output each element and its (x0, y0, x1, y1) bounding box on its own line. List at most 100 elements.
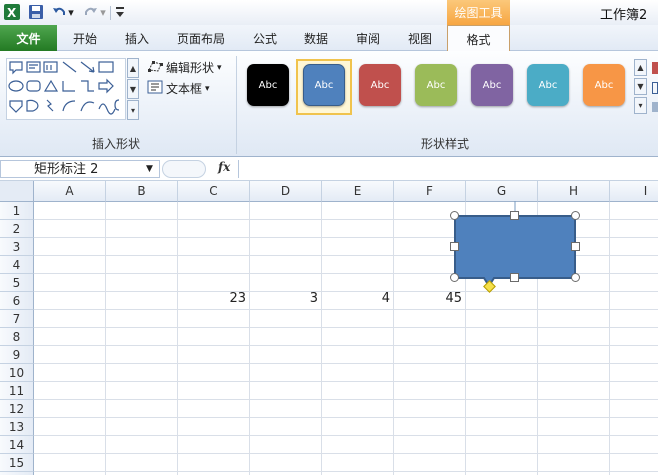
column-header-e[interactable]: E (322, 181, 394, 202)
shapes-gallery[interactable] (6, 58, 126, 120)
row-header-9[interactable]: 9 (0, 346, 34, 364)
edit-shape-button[interactable]: 编辑形状 ▾ (147, 59, 222, 76)
row-header-8[interactable]: 8 (0, 328, 34, 346)
row-header-11[interactable]: 11 (0, 382, 34, 400)
save-icon[interactable] (27, 3, 45, 21)
shape-styles-group-label: 形状样式 (420, 137, 469, 151)
row-header-4[interactable]: 4 (0, 256, 34, 274)
row-header-3[interactable]: 3 (0, 238, 34, 256)
qat-separator (110, 6, 111, 20)
shape-effects-icon[interactable] (652, 102, 658, 112)
row-header-5[interactable]: 5 (0, 274, 34, 292)
gridline-vertical (609, 202, 610, 475)
resize-handle-right[interactable] (571, 242, 580, 251)
row-header-12[interactable]: 12 (0, 400, 34, 418)
resize-handle-top[interactable] (510, 211, 519, 220)
shape-fill-icon[interactable] (652, 62, 658, 74)
gridline-vertical (105, 202, 106, 475)
edit-shape-icon (147, 59, 163, 76)
gridline-horizontal (34, 327, 658, 328)
cell-c6[interactable]: 23 (180, 291, 246, 306)
gridline-horizontal (34, 453, 658, 454)
gridline-vertical (177, 202, 178, 475)
shape-outline-icon[interactable] (652, 82, 658, 94)
shape-style-black[interactable]: Abc (247, 64, 289, 106)
styles-gallery-more-button[interactable]: ▾ (634, 97, 647, 114)
insert-shapes-group-label: 插入形状 (91, 137, 140, 151)
shape-style-red[interactable]: Abc (359, 64, 401, 106)
row-header-6[interactable]: 6 (0, 292, 34, 310)
text-box-button[interactable]: 文本框 ▾ (147, 80, 210, 97)
column-header-b[interactable]: B (106, 181, 178, 202)
formula-bar-resize-handle[interactable] (162, 160, 206, 178)
svg-text:X: X (7, 6, 17, 20)
gridline-horizontal (34, 399, 658, 400)
row-header-2[interactable]: 2 (0, 220, 34, 238)
text-box-dropdown-icon: ▾ (205, 83, 210, 94)
row-header-13[interactable]: 13 (0, 418, 34, 436)
cell-e6[interactable]: 4 (324, 291, 390, 306)
row-header-14[interactable]: 14 (0, 436, 34, 454)
gridline-horizontal (34, 345, 658, 346)
column-header-c[interactable]: C (178, 181, 250, 202)
tab-insert[interactable]: 插入 (114, 25, 160, 51)
shape-style-green[interactable]: Abc (415, 64, 457, 106)
edit-shape-label: 编辑形状 (166, 61, 215, 75)
tab-format[interactable]: 格式 (447, 25, 510, 52)
gridline-horizontal (34, 435, 658, 436)
resize-handle-bottom-left[interactable] (450, 273, 459, 282)
worksheet-grid[interactable]: ABCDEFGHI 12345678910111213141516 23 3 4… (0, 181, 658, 475)
resize-handle-top-right[interactable] (571, 211, 580, 220)
shapes-gallery-up-button[interactable]: ▲ (127, 58, 139, 78)
window-title: 工作簿2 (600, 8, 648, 23)
tab-data[interactable]: 数据 (294, 25, 338, 51)
gridline-horizontal (34, 417, 658, 418)
drawing-tools-context-label: 绘图工具 (447, 0, 510, 25)
excel-logo-icon: X (3, 3, 21, 21)
tab-review[interactable]: 审阅 (346, 25, 390, 51)
gridline-horizontal (34, 363, 658, 364)
resize-handle-left[interactable] (450, 242, 459, 251)
gridline-horizontal (34, 309, 658, 310)
shape-style-orange[interactable]: Abc (583, 64, 625, 106)
column-header-a[interactable]: A (34, 181, 106, 202)
tab-view[interactable]: 视图 (398, 25, 442, 51)
text-box-label: 文本框 (166, 82, 203, 96)
tab-page-layout[interactable]: 页面布局 (166, 25, 236, 51)
shape-style-aqua[interactable]: Abc (527, 64, 569, 106)
gridline-horizontal (34, 471, 658, 472)
ribbon-group-divider (236, 56, 237, 154)
shape-style-purple[interactable]: Abc (471, 64, 513, 106)
undo-dropdown-icon[interactable]: ▾ (66, 3, 76, 21)
tab-home[interactable]: 开始 (62, 25, 108, 51)
resize-handle-top-left[interactable] (450, 211, 459, 220)
text-box-icon (147, 80, 163, 97)
row-header-10[interactable]: 10 (0, 364, 34, 382)
shapes-gallery-more-button[interactable]: ▾ (127, 100, 139, 120)
redo-dropdown-icon[interactable]: ▾ (98, 3, 108, 21)
row-header-1[interactable]: 1 (0, 202, 34, 220)
formula-input[interactable] (238, 160, 658, 178)
resize-handle-bottom[interactable] (510, 273, 519, 282)
shapes-gallery-down-button[interactable]: ▼ (127, 79, 139, 99)
customize-qat-icon[interactable] (114, 3, 126, 21)
resize-handle-bottom-right[interactable] (571, 273, 580, 282)
row-header-15[interactable]: 15 (0, 454, 34, 472)
gridline-horizontal (34, 381, 658, 382)
styles-gallery-up-button[interactable]: ▲ (634, 59, 647, 76)
name-box-dropdown-icon[interactable]: ▼ (146, 160, 153, 178)
gridline-vertical (321, 202, 322, 475)
insert-function-button[interactable]: fx (218, 160, 230, 174)
tab-file[interactable]: 文件 (0, 25, 57, 51)
edit-shape-dropdown-icon: ▾ (217, 62, 222, 73)
name-box[interactable]: 矩形标注 2 (0, 160, 160, 178)
row-header-7[interactable]: 7 (0, 310, 34, 328)
column-header-i[interactable]: I (610, 181, 658, 202)
styles-gallery-down-button[interactable]: ▼ (634, 78, 647, 95)
tab-formulas[interactable]: 公式 (243, 25, 287, 51)
shape-style-blue[interactable]: Abc (303, 64, 345, 106)
select-all-corner[interactable] (0, 181, 34, 202)
cell-d6[interactable]: 3 (252, 291, 318, 306)
column-header-d[interactable]: D (250, 181, 322, 202)
gridline-vertical (249, 202, 250, 475)
